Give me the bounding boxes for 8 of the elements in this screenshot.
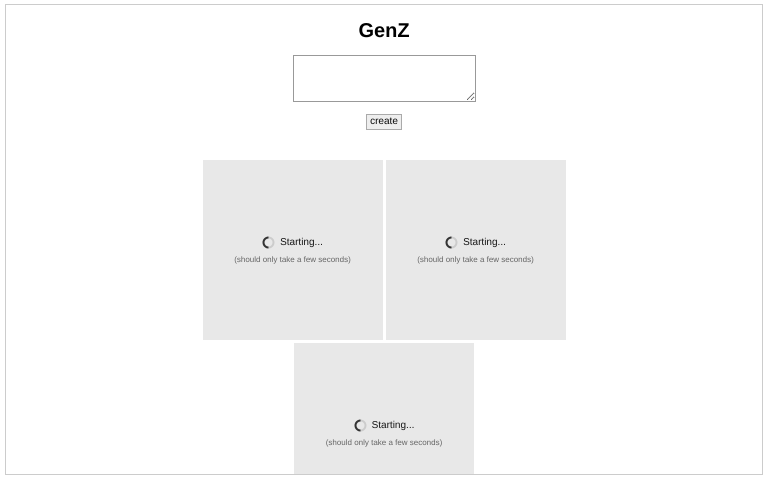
status-note: (should only take a few seconds) [234,254,351,266]
status-text: Starting... [280,236,323,250]
status-note: (should only take a few seconds) [417,254,534,266]
status-text: Starting... [463,236,506,250]
create-button[interactable]: create [366,114,402,130]
status-text: Starting... [372,418,414,432]
page-title: GenZ [358,19,410,43]
status-note: (should only take a few seconds) [326,436,442,448]
